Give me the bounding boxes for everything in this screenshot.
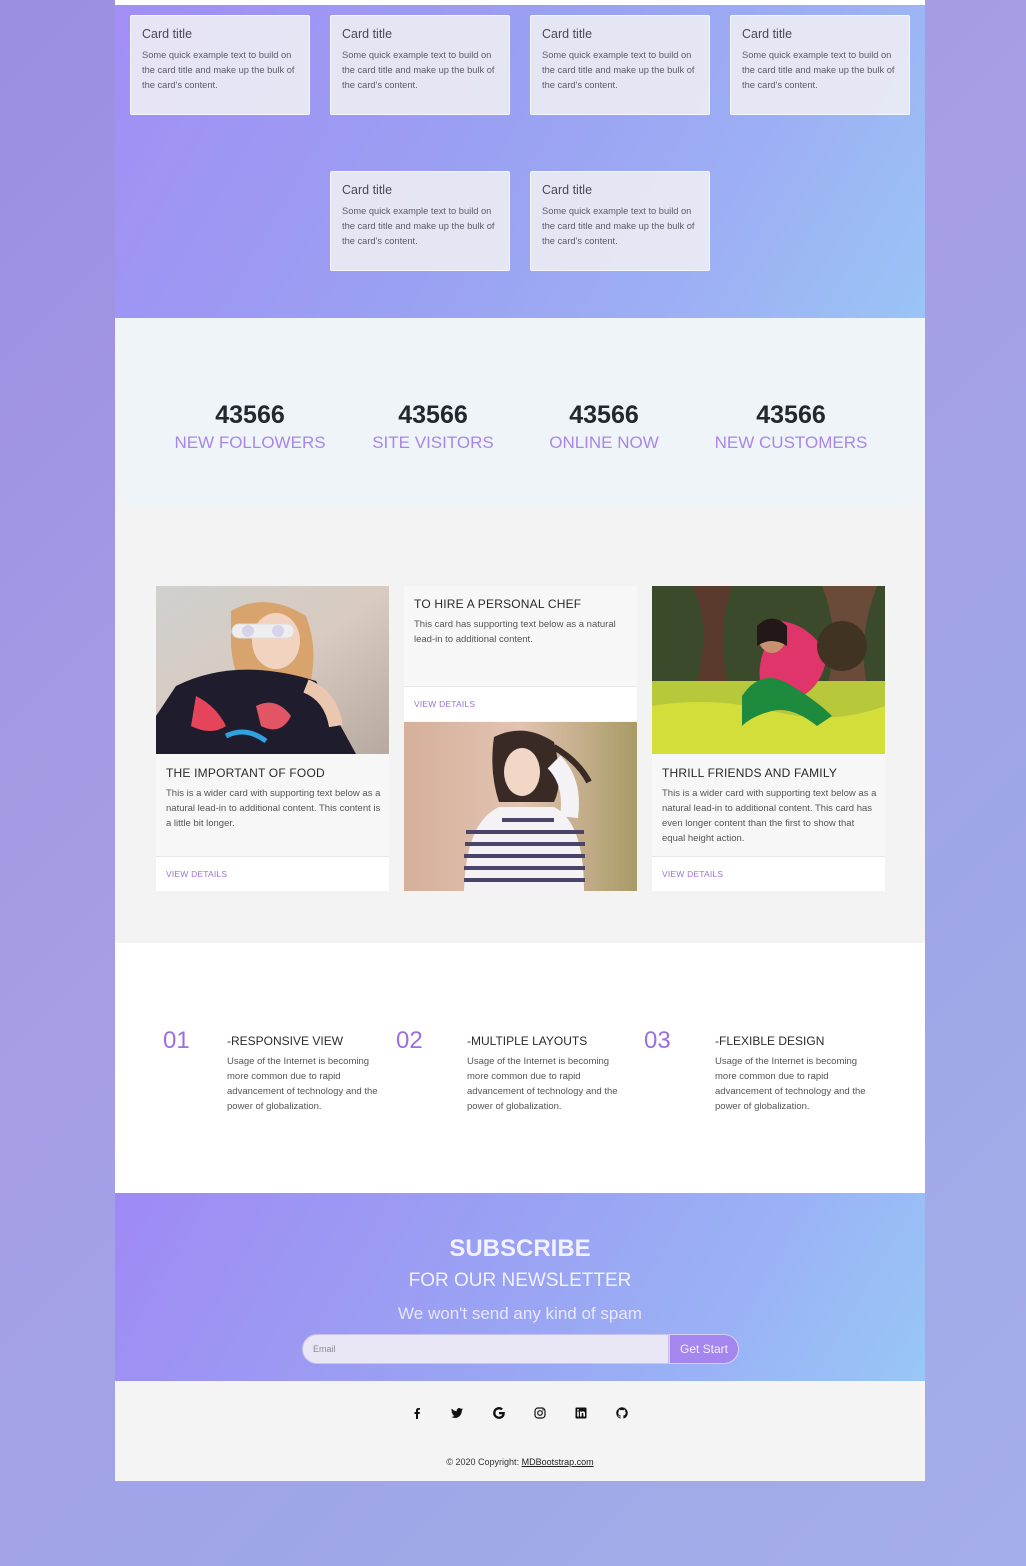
card-text: Some quick example text to build on the … [542,50,695,90]
view-details-link[interactable]: VIEW DETAILS [156,856,389,891]
card-text: Some quick example text to build on the … [542,206,695,246]
feature-title: THE IMPORTANT OF FOOD [166,766,325,780]
stat-new-followers: 43566 NEW FOLLOWERS [170,400,330,455]
step-text: Usage of the Internet is becoming more c… [227,1056,378,1112]
card[interactable]: Card title Some quick example text to bu… [530,171,710,271]
github-icon[interactable] [610,1407,634,1423]
twitter-icon[interactable] [445,1407,469,1423]
stat-label: NEW FOLLOWERS [174,433,326,452]
footer: © 2020 Copyright: MDBootstrap.com [115,1381,925,1481]
subscribe-section: SUBSCRIBE FOR OUR NEWSLETTER We won't se… [115,1193,925,1381]
card-title: Card title [542,27,593,41]
step-title: -RESPONSIVE VIEW [227,1034,344,1048]
stat-site-visitors: 43566 SITE VISITORS [363,400,503,455]
card[interactable]: Card title Some quick example text to bu… [330,171,510,271]
feature-image-friends [652,586,885,754]
steps-section: 01 -RESPONSIVE VIEW Usage of the Interne… [115,943,925,1193]
step-text: Usage of the Internet is becoming more c… [715,1056,866,1112]
card-text: Some quick example text to build on the … [742,50,895,90]
card[interactable]: Card title Some quick example text to bu… [330,15,510,115]
view-details-link[interactable]: VIEW DETAILS [404,686,637,721]
stat-online-now: 43566 ONLINE NOW [534,400,674,455]
card[interactable]: Card title Some quick example text to bu… [130,15,310,115]
feature-text: This is a wider card with supporting tex… [166,788,381,829]
step-number: 03 [644,1027,671,1054]
subscribe-title: SUBSCRIBE [449,1235,591,1262]
card[interactable]: Card title Some quick example text to bu… [730,15,910,115]
stat-value: 43566 [398,401,468,429]
feature-card-food[interactable]: THE IMPORTANT OF FOOD This is a wider ca… [156,586,389,891]
copyright-link[interactable]: MDBootstrap.com [522,1457,594,1467]
step-number: 02 [396,1027,423,1054]
feature-card-chef[interactable]: TO HIRE A PERSONAL CHEF This card has su… [404,586,637,891]
subscribe-tagline: We won't send any kind of spam [398,1304,642,1323]
card-title: Card title [142,27,193,41]
stat-new-customers: 43566 NEW CUSTOMERS [711,400,871,455]
feature-image-food [156,586,389,754]
step-text: Usage of the Internet is becoming more c… [467,1056,618,1112]
card-text: Some quick example text to build on the … [142,50,295,90]
email-input[interactable] [302,1334,669,1364]
card-title: Card title [342,27,393,41]
cards-section: Card title Some quick example text to bu… [115,5,925,318]
features-section: THE IMPORTANT OF FOOD This is a wider ca… [115,506,925,943]
stat-value: 43566 [756,401,826,429]
google-icon[interactable] [487,1407,511,1423]
stat-label: SITE VISITORS [372,433,494,452]
card-text: Some quick example text to build on the … [342,50,495,90]
facebook-icon[interactable] [405,1407,429,1423]
get-start-button[interactable]: Get Start [669,1334,739,1364]
stat-label: ONLINE NOW [549,433,659,452]
feature-card-friends[interactable]: THRILL FRIENDS AND FAMILY This is a wide… [652,586,885,891]
feature-title: THRILL FRIENDS AND FAMILY [662,766,838,780]
stat-label: NEW CUSTOMERS [714,433,868,452]
step-title: -MULTIPLE LAYOUTS [467,1034,588,1048]
subscribe-subtitle: FOR OUR NEWSLETTER [408,1270,632,1291]
copyright-prefix: © 2020 Copyright: [446,1457,522,1467]
card-title: Card title [342,183,393,197]
card-title: Card title [742,27,793,41]
linkedin-icon[interactable] [569,1407,593,1423]
card-text: Some quick example text to build on the … [342,206,495,246]
step-title: -FLEXIBLE DESIGN [715,1034,825,1048]
instagram-icon[interactable] [528,1407,552,1423]
feature-text: This is a wider card with supporting tex… [662,788,877,844]
copyright: © 2020 Copyright: MDBootstrap.com [115,1457,925,1467]
stats-section: 43566 NEW FOLLOWERS 43566 SITE VISITORS … [115,318,925,506]
stat-value: 43566 [569,401,639,429]
page: Card title Some quick example text to bu… [115,0,925,1481]
card[interactable]: Card title Some quick example text to bu… [530,15,710,115]
subscribe-form: Get Start [302,1334,739,1364]
feature-text: This card has supporting text below as a… [414,619,616,645]
card-title: Card title [542,183,593,197]
step-number: 01 [163,1027,190,1054]
feature-image-chef [404,722,637,891]
view-details-link[interactable]: VIEW DETAILS [652,856,885,891]
stat-value: 43566 [215,401,285,429]
feature-title: TO HIRE A PERSONAL CHEF [414,597,582,611]
